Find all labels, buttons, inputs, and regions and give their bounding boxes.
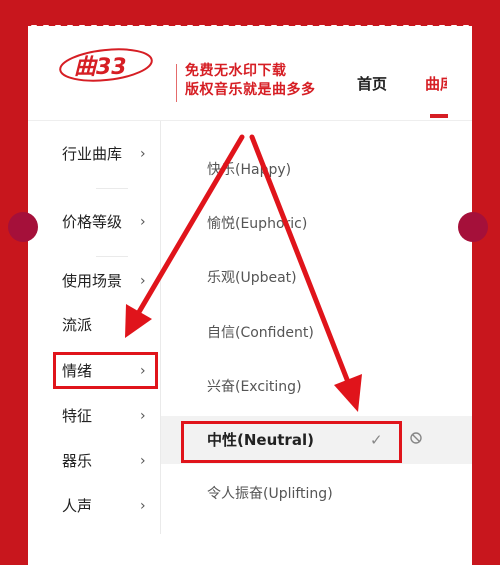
category-label: 价格等级 bbox=[62, 213, 123, 231]
nav-active-indicator bbox=[430, 114, 448, 118]
site-logo[interactable]: 曲33 bbox=[58, 43, 158, 83]
category-industry[interactable]: 行业曲库 › bbox=[62, 142, 146, 166]
mood-option-confident[interactable]: 自信(Confident) bbox=[207, 322, 314, 344]
nav-home[interactable]: 首页 bbox=[357, 73, 387, 94]
chevron-right-icon: › bbox=[140, 146, 146, 162]
category-label: 人声 bbox=[62, 497, 93, 515]
nav-music-library[interactable]: 曲库 bbox=[425, 73, 447, 94]
category-separator bbox=[96, 256, 128, 257]
ban-icon[interactable] bbox=[410, 432, 422, 444]
slogan-divider bbox=[176, 64, 177, 102]
chevron-right-icon: › bbox=[140, 273, 146, 289]
category-separator bbox=[96, 188, 128, 189]
category-label: 器乐 bbox=[62, 452, 93, 470]
mood-option-euphoric[interactable]: 愉悦(Euphoric) bbox=[207, 213, 307, 235]
category-label: 特征 bbox=[62, 407, 93, 425]
chevron-right-icon: › bbox=[140, 214, 146, 230]
mood-option-uplifting[interactable]: 令人振奋(Uplifting) bbox=[207, 483, 333, 505]
annotation-box-mood bbox=[53, 352, 158, 389]
mood-option-upbeat[interactable]: 乐观(Upbeat) bbox=[207, 267, 297, 289]
category-price-level[interactable]: 价格等级 › bbox=[62, 210, 146, 234]
slogan-line-2: 版权音乐就是曲多多 bbox=[185, 82, 316, 98]
mood-option-exciting[interactable]: 兴奋(Exciting) bbox=[207, 376, 302, 398]
chevron-right-icon: › bbox=[140, 498, 146, 514]
chevron-right-icon: › bbox=[140, 408, 146, 424]
category-instrument[interactable]: 器乐 › bbox=[62, 449, 146, 473]
mood-option-happy[interactable]: 快乐(Happy) bbox=[207, 159, 291, 181]
category-scene[interactable]: 使用场景 › bbox=[62, 269, 146, 293]
slogan: 免费无水印下载 版权音乐就是曲多多 bbox=[185, 62, 316, 100]
ticket-zigzag-edge bbox=[28, 17, 472, 26]
category-vocal[interactable]: 人声 › bbox=[62, 494, 146, 518]
ticket-notch-right bbox=[458, 212, 488, 242]
category-feature[interactable]: 特征 › bbox=[62, 404, 146, 428]
logo-text: 曲33 bbox=[74, 55, 127, 80]
category-label: 流派 bbox=[62, 316, 93, 334]
column-divider bbox=[160, 121, 161, 534]
category-genre[interactable]: 流派 bbox=[62, 313, 92, 337]
chevron-right-icon: › bbox=[140, 453, 146, 469]
header-divider bbox=[28, 120, 472, 121]
ticket-notch-left bbox=[8, 212, 38, 242]
annotation-box-neutral bbox=[181, 421, 402, 463]
category-label: 使用场景 bbox=[62, 272, 123, 290]
slogan-line-1: 免费无水印下载 bbox=[185, 63, 287, 79]
category-label: 行业曲库 bbox=[62, 145, 123, 163]
